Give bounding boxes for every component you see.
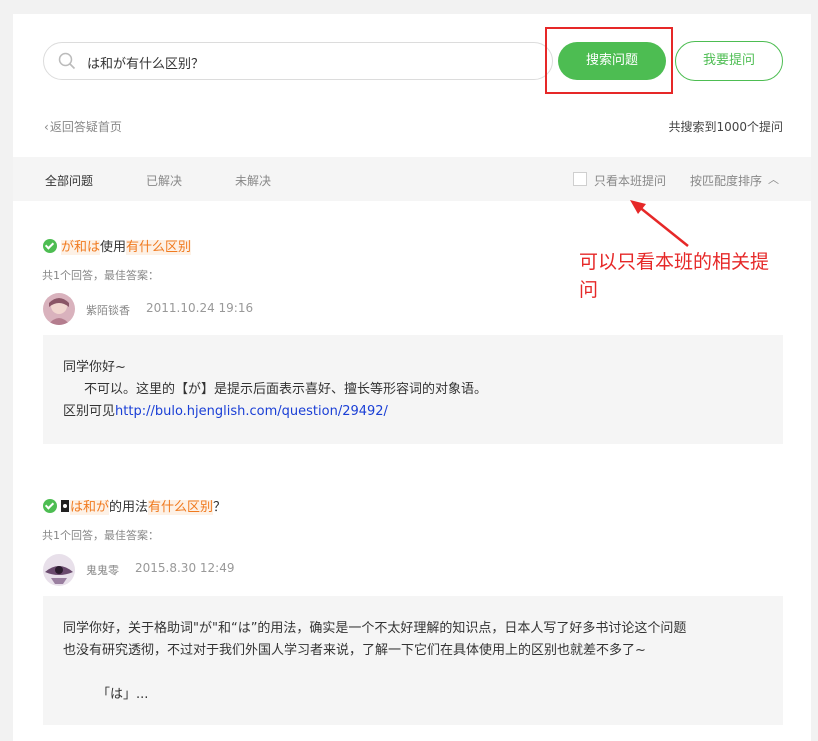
title-text: ？ — [213, 500, 227, 515]
title-highlight: は和が — [70, 500, 110, 515]
answer-meta: 共1个回答，最佳答案： — [42, 529, 159, 542]
title-highlight: 有什么区别 — [148, 500, 214, 515]
chevron-left-icon: ‹ — [44, 120, 49, 134]
ask-question-button[interactable]: 我要提问 — [675, 41, 783, 81]
title-highlight: 有什么区别 — [126, 240, 192, 255]
search-query[interactable]: は和が有什么区别？ — [87, 53, 204, 72]
search-results-panel: は和が有什么区别？ 搜索问题 我要提问 ‹返回答疑首页 共搜索到1000个提问 … — [13, 14, 811, 741]
answer-line: 区别可见http://bulo.hjenglish.com/question/2… — [63, 401, 763, 423]
avatar[interactable] — [43, 554, 75, 586]
sort-dropdown[interactable]: 按匹配度排序 — [690, 172, 762, 189]
tab-unsolved[interactable]: 未解决 — [235, 172, 271, 189]
question-title[interactable]: は和が的用法有什么区别？ — [43, 496, 226, 515]
search-button[interactable]: 搜索问题 — [558, 42, 666, 80]
back-link-label: 返回答疑首页 — [49, 120, 122, 134]
tab-solved[interactable]: 已解决 — [146, 172, 182, 189]
search-icon — [58, 52, 76, 70]
best-answer: 同学你好，关于格助词"が"和“は”的用法，确实是一个不太好理解的知识点，日本人写… — [43, 596, 783, 725]
title-text: 的用法 — [109, 500, 149, 515]
back-link[interactable]: ‹返回答疑首页 — [44, 118, 122, 135]
class-only-label[interactable]: 只看本班提问 — [594, 172, 666, 189]
answer-line: 同学你好~ — [63, 360, 126, 375]
post-date: 2011.10.24 19:16 — [146, 301, 254, 315]
annotation-arrow-icon — [630, 200, 689, 247]
tab-all[interactable]: 全部问题 — [45, 172, 93, 189]
chevron-up-icon[interactable]: ︿ — [768, 171, 779, 187]
title-highlight: が和は — [61, 240, 101, 255]
post-date: 2015.8.30 12:49 — [135, 561, 235, 575]
check-circle-icon — [43, 499, 57, 513]
avatar[interactable] — [43, 293, 75, 325]
answer-line: 也没有研究透彻，不过对于我们外国人学习者来说，了解一下它们在具体使用上的区别也就… — [63, 643, 646, 658]
question-title[interactable]: が和は使用有什么区别 — [43, 236, 192, 255]
answer-line: 「は」... — [97, 687, 149, 702]
username[interactable]: 紫陌锬香 — [86, 302, 130, 318]
annotation-text: 可以只看本班的相关提问 — [579, 251, 770, 301]
best-answer: 同学你好~ 不可以。这里的【が】是提示后面表示喜好、擅长等形容词的对象语。 区别… — [43, 335, 783, 444]
answer-line: 不可以。这里的【が】是提示后面表示喜好、擅长等形容词的对象语。 — [84, 382, 488, 397]
answer-meta: 共1个回答，最佳答案： — [42, 269, 159, 282]
answer-line: 同学你好，关于格助词"が"和“は”的用法，确实是一个不太好理解的知识点，日本人写… — [63, 621, 687, 636]
bullet-icon — [61, 500, 69, 512]
search-input[interactable]: は和が有什么区别？ — [43, 42, 553, 80]
class-only-checkbox[interactable] — [573, 172, 587, 186]
result-count: 共搜索到1000个提问 — [668, 120, 783, 134]
answer-link[interactable]: http://bulo.hjenglish.com/question/29492… — [115, 404, 388, 419]
filter-bar: 全部问题 已解决 未解决 只看本班提问 按匹配度排序 ︿ — [13, 157, 811, 201]
answer-text: 区别可见 — [63, 404, 116, 419]
username[interactable]: 鬼鬼零 — [86, 562, 119, 578]
title-text: 使用 — [100, 240, 127, 255]
check-circle-icon — [43, 239, 57, 253]
